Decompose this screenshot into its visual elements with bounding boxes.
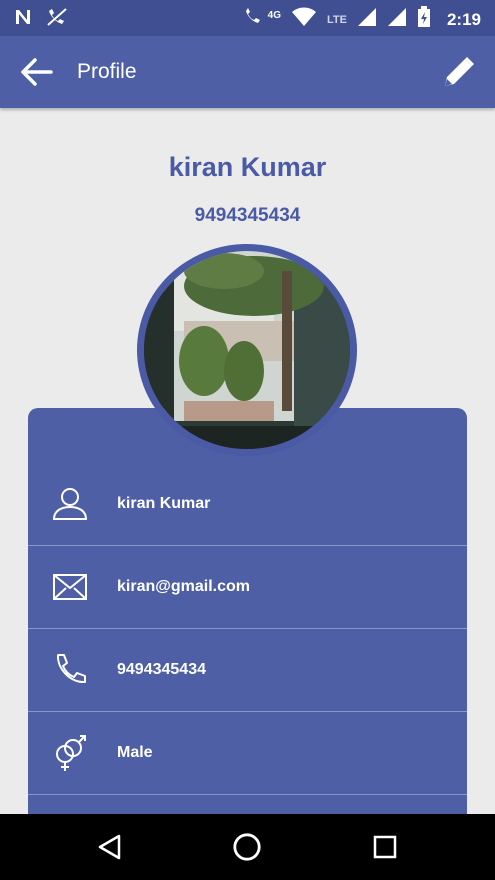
square-recents-icon — [373, 835, 397, 859]
app-bar: Profile — [0, 36, 495, 108]
volte-call-icon — [244, 7, 268, 32]
gender-icon — [28, 733, 112, 773]
phone-icon — [28, 652, 112, 688]
profile-name: kiran Kumar — [168, 152, 327, 182]
envelope-icon — [28, 573, 112, 601]
back-button[interactable] — [16, 52, 56, 92]
profile-info-card: kiran Kumar kiran@gmail.com 9494345434 M… — [28, 408, 467, 848]
info-value: 9494345434 — [117, 661, 206, 678]
battery-charging-icon — [417, 6, 431, 33]
info-value: Male — [117, 744, 153, 761]
circle-home-icon — [233, 833, 261, 861]
nav-back-button[interactable] — [95, 832, 125, 862]
network-type-label: 4G — [267, 10, 281, 21]
signal-2-icon — [387, 7, 407, 32]
info-row-email: kiran@gmail.com — [28, 546, 467, 629]
triangle-back-icon — [98, 834, 121, 860]
profile-phone: 9494345434 — [194, 205, 301, 226]
info-value: kiran@gmail.com — [117, 578, 250, 595]
info-row-name: kiran Kumar — [28, 463, 467, 546]
info-row-gender: Male — [28, 712, 467, 795]
info-value: kiran Kumar — [117, 495, 211, 512]
muted-call-icon — [46, 7, 68, 32]
nav-recents-button[interactable] — [370, 832, 400, 862]
arrow-back-icon — [21, 58, 53, 86]
page-title: Profile — [77, 60, 137, 83]
edit-button[interactable] — [439, 52, 479, 92]
status-bar: 4G LTE 2:19 — [0, 0, 495, 36]
clock: 2:19 — [446, 9, 481, 29]
profile-photo — [144, 251, 350, 449]
avatar[interactable] — [137, 244, 357, 456]
info-row-phone: 9494345434 — [28, 629, 467, 712]
wifi-icon — [291, 7, 317, 32]
signal-icon — [357, 7, 377, 32]
navigation-bar — [0, 814, 495, 880]
person-icon — [28, 487, 112, 521]
notification-n-icon — [14, 8, 32, 31]
lte-label: LTE — [327, 13, 347, 26]
pencil-icon — [445, 57, 474, 86]
nav-home-button[interactable] — [232, 832, 262, 862]
